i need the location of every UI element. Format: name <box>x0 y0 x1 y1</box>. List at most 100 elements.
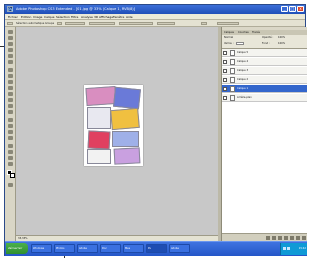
eye-icon[interactable] <box>223 69 227 73</box>
brush-tool-icon[interactable] <box>8 74 13 78</box>
background-color-swatch[interactable] <box>10 173 15 178</box>
align-buttons[interactable] <box>89 22 115 25</box>
options-bar: Sélection automatique Groupe <box>5 20 305 27</box>
minimize-button[interactable]: _ <box>281 6 288 12</box>
eye-icon[interactable] <box>223 96 227 100</box>
move-tool-icon[interactable] <box>8 30 13 34</box>
document-canvas[interactable] <box>84 85 143 166</box>
shape-tool-icon[interactable] <box>8 136 13 140</box>
adjustment-layer-icon[interactable] <box>284 236 288 240</box>
layer-name: Calque 2 <box>237 78 249 81</box>
maximize-button[interactable]: □ <box>289 6 296 12</box>
menu-file[interactable]: Fichier <box>8 15 18 19</box>
new-group-icon[interactable] <box>290 236 294 240</box>
quick-mask-icon[interactable] <box>8 183 13 187</box>
title-bar[interactable]: Ps Adobe Photoshop CS3 Extended - [01.jp… <box>5 5 305 14</box>
opacity-input[interactable]: 100% <box>278 36 285 39</box>
layer-mask-icon[interactable] <box>278 236 282 240</box>
eye-icon[interactable] <box>223 78 227 82</box>
workspace-dropdown[interactable] <box>217 22 239 25</box>
menu-image[interactable]: Image <box>33 15 42 19</box>
zoom-level[interactable]: 33,33% <box>18 237 28 240</box>
menu-edit[interactable]: Edition <box>21 15 31 19</box>
hand-tool-icon[interactable] <box>8 156 13 160</box>
eraser-tool-icon[interactable] <box>8 92 13 96</box>
menu-help[interactable]: Aide <box>126 15 133 19</box>
eye-icon[interactable] <box>223 60 227 64</box>
blend-mode-select[interactable]: Normal <box>224 36 233 39</box>
layer-name: Calque 1 <box>237 87 249 90</box>
clone-stamp-tool-icon[interactable] <box>8 80 13 84</box>
crop-tool-icon[interactable] <box>8 54 13 58</box>
tools-panel <box>5 27 16 241</box>
transform-controls-checkbox[interactable] <box>57 22 62 25</box>
taskbar-button[interactable]: Photos <box>54 244 75 253</box>
start-button[interactable]: démarrer <box>6 243 28 254</box>
tab-paths[interactable]: Tracés <box>252 31 260 34</box>
gradient-tool-icon[interactable] <box>8 98 13 102</box>
lasso-tool-icon[interactable] <box>8 42 13 46</box>
menu-filter[interactable]: Filtre <box>71 15 78 19</box>
lock-icons[interactable] <box>236 42 244 45</box>
clock[interactable]: 15:42 <box>299 247 306 250</box>
taskbar-button[interactable]: Mes <box>123 244 144 253</box>
menu-3d[interactable]: 3D <box>94 15 98 19</box>
notes-tool-icon[interactable] <box>8 144 13 148</box>
distribute-buttons[interactable] <box>119 22 153 25</box>
canvas-workspace[interactable] <box>16 27 218 241</box>
workspace-icon[interactable] <box>201 22 207 25</box>
marquee-tool-icon[interactable] <box>8 36 13 40</box>
close-button[interactable]: x <box>297 6 304 12</box>
layer-row-selected[interactable]: Calque 1 <box>222 85 307 93</box>
dodge-tool-icon[interactable] <box>8 110 13 114</box>
menu-layer[interactable]: Calque <box>44 15 54 19</box>
menu-window[interactable]: Fenêtre <box>113 15 124 19</box>
taskbar-button[interactable]: Doc <box>100 244 121 253</box>
system-tray: 15:42 <box>280 243 307 255</box>
menu-view[interactable]: Affichage <box>99 15 113 19</box>
eye-icon[interactable] <box>223 87 227 91</box>
eye-icon[interactable] <box>223 51 227 55</box>
fill-input[interactable]: 100% <box>278 42 285 45</box>
blur-tool-icon[interactable] <box>8 104 13 108</box>
taskbar-button[interactable]: Adobe <box>77 244 98 253</box>
menu-select[interactable]: Sélection <box>56 15 70 19</box>
collage-tile <box>87 130 111 150</box>
layer-style-icon[interactable] <box>272 236 276 240</box>
layer-thumbnail <box>230 86 235 92</box>
auto-select-label[interactable]: Sélection automatique <box>16 22 44 25</box>
volume-icon[interactable] <box>287 247 290 250</box>
delete-layer-icon[interactable] <box>302 236 306 240</box>
layer-row[interactable]: Arrière-plan <box>222 94 307 102</box>
taskbar-button[interactable]: Windows <box>31 244 52 253</box>
layer-thumbnail <box>230 50 235 56</box>
taskbar-button-active[interactable]: Ps <box>146 244 167 253</box>
healing-brush-tool-icon[interactable] <box>8 68 13 72</box>
collage-tile <box>110 107 140 131</box>
layer-row[interactable]: Calque 5 <box>222 49 307 57</box>
layer-row[interactable]: Calque 3 <box>222 67 307 75</box>
tab-layers[interactable]: Calques <box>224 31 234 34</box>
zoom-tool-icon[interactable] <box>8 162 13 166</box>
network-icon[interactable] <box>283 247 286 250</box>
show-transform-controls[interactable] <box>65 22 85 25</box>
auto-select-mode[interactable]: Groupe <box>45 22 54 25</box>
type-tool-icon[interactable] <box>8 124 13 128</box>
photoshop-logo-icon: Ps <box>7 6 14 12</box>
slice-tool-icon[interactable] <box>8 60 13 64</box>
magic-wand-tool-icon[interactable] <box>8 48 13 52</box>
link-layers-icon[interactable] <box>266 236 270 240</box>
move-tool-preset-icon[interactable] <box>7 22 13 25</box>
layer-row[interactable]: Calque 2 <box>222 76 307 84</box>
taskbar-button[interactable]: Adobe <box>169 244 190 253</box>
lock-label: Verrou : <box>224 42 234 45</box>
menu-analysis[interactable]: Analyse <box>81 15 93 19</box>
auto-align-button[interactable] <box>157 22 175 25</box>
pen-tool-icon[interactable] <box>8 118 13 122</box>
tab-channels[interactable]: Couches <box>238 31 249 34</box>
layer-row[interactable]: Calque 4 <box>222 58 307 66</box>
eyedropper-tool-icon[interactable] <box>8 150 13 154</box>
new-layer-icon[interactable] <box>296 236 300 240</box>
history-brush-tool-icon[interactable] <box>8 86 13 90</box>
path-selection-tool-icon[interactable] <box>8 130 13 134</box>
